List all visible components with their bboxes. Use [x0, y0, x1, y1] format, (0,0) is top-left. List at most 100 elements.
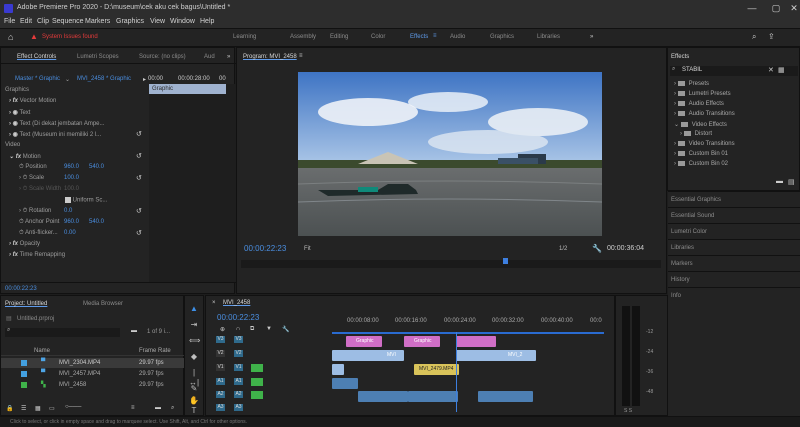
- audio-clip[interactable]: [478, 391, 533, 402]
- zoom-slider[interactable]: ○───: [65, 404, 81, 410]
- panel-info[interactable]: Info: [668, 287, 800, 416]
- tab-media-browser[interactable]: Media Browser: [83, 301, 123, 307]
- clip-v3-graphic-b[interactable]: Graphic: [404, 336, 440, 347]
- new-bin-icon[interactable]: ▬: [776, 178, 783, 185]
- table-row[interactable]: ▀ MVI_2304.MP4 29.97 fps: [1, 358, 185, 368]
- menu-edit[interactable]: Edit: [20, 18, 32, 25]
- reset-icon[interactable]: ↺: [136, 130, 142, 138]
- sort-icon[interactable]: ≡: [131, 405, 135, 411]
- track-target-v1[interactable]: V1: [216, 364, 225, 371]
- workspace-menu-icon[interactable]: ≡: [433, 33, 437, 39]
- workspace-editing[interactable]: Editing: [330, 34, 348, 40]
- reset-icon[interactable]: ↺: [136, 229, 142, 237]
- menu-view[interactable]: View: [150, 18, 165, 25]
- play-only-icon[interactable]: ▸: [143, 76, 146, 83]
- timeline-playhead[interactable]: [456, 332, 457, 412]
- selection-tool-icon[interactable]: ▲: [189, 304, 199, 314]
- search-icon[interactable]: ⌕: [171, 405, 174, 412]
- pen-tool-icon[interactable]: ✎: [189, 384, 199, 394]
- menu-markers[interactable]: Markers: [85, 18, 110, 25]
- clip-v3-graphic-a[interactable]: Graphic: [346, 336, 382, 347]
- project-search-input[interactable]: ⌕: [5, 327, 120, 337]
- fx-time-remapping[interactable]: › fx Time Remapping: [9, 252, 242, 262]
- mute-button[interactable]: [251, 364, 263, 372]
- mute-button[interactable]: [251, 378, 263, 386]
- track-v1[interactable]: V1: [234, 364, 243, 371]
- icon-view-icon[interactable]: ▦: [35, 405, 41, 412]
- col-frame-rate[interactable]: Frame Rate: [139, 348, 171, 354]
- tab-lumetri-scopes[interactable]: Lumetri Scopes: [77, 54, 119, 60]
- fx-text-3[interactable]: › ◉ Text (Museum ini memiliki 2 l...: [9, 131, 242, 141]
- lock-icon[interactable]: 🔒: [6, 405, 13, 412]
- track-v3[interactable]: V3: [234, 336, 243, 343]
- bin-icon[interactable]: ▬: [131, 328, 137, 334]
- clip-label[interactable]: MVI_2458 * Graphic: [77, 76, 131, 82]
- effects-item-video-effects[interactable]: ⌄ Video Effects: [674, 121, 727, 128]
- panel-markers[interactable]: Markers: [668, 255, 800, 271]
- menu-sequence[interactable]: Sequence: [52, 18, 84, 25]
- workspace-libraries[interactable]: Libraries: [537, 34, 560, 40]
- accelerated-effects-icon[interactable]: ▦: [778, 66, 785, 74]
- timeline-ruler[interactable]: 00:00:08:00 00:00:16:00 00:00:24:00 00:0…: [332, 318, 612, 332]
- program-scrubber[interactable]: [241, 258, 661, 268]
- chevron-down-icon[interactable]: ⌄: [65, 76, 70, 83]
- track-a3[interactable]: A3: [234, 404, 243, 411]
- panel-libraries[interactable]: Libraries: [668, 239, 800, 255]
- close-button[interactable]: ✕: [782, 2, 800, 15]
- close-icon[interactable]: ×: [212, 300, 216, 306]
- col-name[interactable]: Name: [34, 348, 50, 354]
- workspace-color[interactable]: Color: [371, 34, 385, 40]
- workspace-audio[interactable]: Audio: [450, 34, 465, 40]
- ripple-edit-tool-icon[interactable]: ⟺: [189, 336, 200, 346]
- fx-opacity[interactable]: › fx Opacity: [9, 241, 242, 251]
- master-clip-label[interactable]: Master * Graphic: [15, 76, 60, 82]
- search-icon[interactable]: ⌕: [752, 32, 756, 42]
- delete-icon[interactable]: ▤: [788, 178, 795, 186]
- track-target-a1[interactable]: A1: [216, 378, 225, 385]
- track-a2[interactable]: A2: [234, 391, 243, 398]
- program-monitor-title[interactable]: Program: MVI_2458: [243, 54, 297, 60]
- solo-buttons[interactable]: S S: [624, 408, 632, 414]
- clip-v2-b[interactable]: MVI_2: [456, 350, 536, 361]
- workspace-effects[interactable]: Effects: [410, 34, 428, 40]
- tab-effect-controls[interactable]: Effect Controls: [17, 54, 56, 60]
- audio-clip[interactable]: [408, 391, 458, 402]
- snap-icon[interactable]: ∩: [236, 326, 240, 332]
- timeline-tab[interactable]: MVI_2458: [223, 300, 250, 306]
- effects-item-audio-transitions[interactable]: › Audio Transitions: [674, 111, 735, 117]
- marker-icon[interactable]: ▼: [266, 326, 272, 332]
- wrench-icon[interactable]: 🔧: [282, 326, 289, 333]
- menu-window[interactable]: Window: [170, 18, 195, 25]
- clip-v1-mvi-2479[interactable]: MVI_2479.MP4: [414, 364, 459, 375]
- audio-clip[interactable]: [332, 378, 358, 389]
- effects-item-custom-bin-01[interactable]: › Custom Bin 01: [674, 151, 728, 157]
- track-v2[interactable]: V2: [234, 350, 243, 357]
- menu-file[interactable]: File: [4, 18, 15, 25]
- track-a1[interactable]: A1: [234, 378, 243, 385]
- panel-menu-icon[interactable]: ≡: [299, 53, 303, 59]
- warning-icon[interactable]: ▲: [30, 32, 38, 41]
- menu-help[interactable]: Help: [200, 18, 214, 25]
- panel-lumetri-color[interactable]: Lumetri Color: [668, 223, 800, 239]
- fx-text-1[interactable]: › ◉ Text: [9, 109, 242, 119]
- effects-item-presets[interactable]: › Presets: [674, 81, 709, 87]
- tab-overflow[interactable]: »: [227, 54, 230, 60]
- track-target-a2[interactable]: A2: [216, 391, 225, 398]
- table-row[interactable]: ▀ MVI_2457.MP4 29.97 fps: [1, 369, 185, 379]
- clip-v1-a[interactable]: [332, 364, 344, 375]
- fx-motion[interactable]: ⌄ fx Motion: [9, 153, 242, 163]
- panel-history[interactable]: History: [668, 271, 800, 287]
- new-bin-icon[interactable]: ▬: [155, 405, 161, 411]
- mute-button[interactable]: [251, 391, 263, 399]
- effects-item-lumetri-presets[interactable]: › Lumetri Presets: [674, 91, 731, 97]
- effects-item-custom-bin-02[interactable]: › Custom Bin 02: [674, 161, 728, 167]
- anchor-point-row[interactable]: ⏱ Anchor Point 960.0 540.0: [19, 219, 252, 229]
- freeform-view-icon[interactable]: ▭: [49, 405, 55, 412]
- workspace-learning[interactable]: Learning: [233, 34, 256, 40]
- position-row[interactable]: ⏱ Position 960.0 540.0: [19, 164, 252, 174]
- fit-dropdown[interactable]: Fit: [304, 246, 311, 252]
- list-view-icon[interactable]: ☰: [21, 405, 26, 412]
- slip-tool-icon[interactable]: |↔|: [189, 368, 199, 387]
- linked-selection-icon[interactable]: ⧉: [250, 326, 254, 333]
- wrench-icon[interactable]: 🔧: [592, 244, 602, 253]
